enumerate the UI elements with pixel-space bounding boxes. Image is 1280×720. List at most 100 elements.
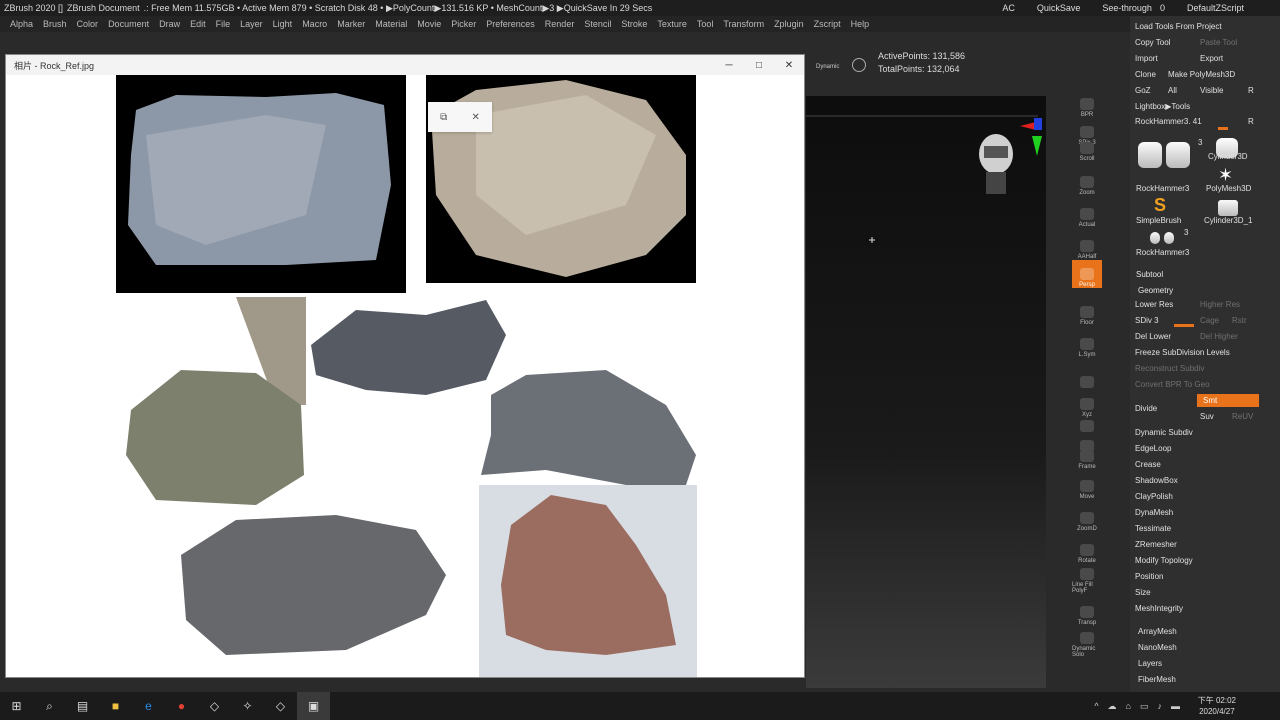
copy-icon[interactable]: ⧉ — [440, 112, 447, 123]
geometry-item[interactable]: Dynamic Subdiv — [1135, 428, 1193, 437]
chevron-up-icon[interactable]: ^ — [1094, 701, 1098, 711]
app-icon-1[interactable]: ◇ — [198, 692, 231, 720]
close-button[interactable]: ✕ — [774, 55, 804, 75]
tool-thumb-rockhammer3-d[interactable] — [1164, 232, 1174, 244]
see-through-slider[interactable]: See-through 0 — [1098, 3, 1165, 13]
search-icon[interactable]: ⌕ — [33, 692, 66, 720]
geometry-item[interactable]: Position — [1135, 572, 1163, 581]
shelf-button-3[interactable]: Zoom — [1072, 168, 1102, 196]
tray-icon-1[interactable]: ☁ — [1108, 701, 1117, 712]
tray-icon-2[interactable]: ⌂ — [1126, 701, 1131, 711]
tool-thumb-rockhammer3-b[interactable] — [1166, 142, 1190, 168]
menu-document[interactable]: Document — [108, 19, 149, 29]
shelf-button-15[interactable]: ZoomD — [1072, 504, 1102, 532]
geometry-item[interactable]: ZRemesher — [1135, 540, 1177, 549]
higher-res-button[interactable]: Higher Res — [1200, 300, 1240, 309]
shelf-button-6[interactable]: Persp — [1072, 260, 1102, 288]
clone-button[interactable]: Clone — [1135, 70, 1156, 79]
shelf-button-5[interactable]: AAHalf — [1072, 232, 1102, 260]
del-higher-button[interactable]: Del Higher — [1200, 332, 1238, 341]
reuv-button[interactable]: ReUV — [1232, 412, 1253, 421]
minimize-button[interactable]: ─ — [714, 55, 744, 75]
geometry-item[interactable]: Crease — [1135, 460, 1161, 469]
sdiv-slider[interactable]: SDiv 3 — [1135, 316, 1159, 325]
make-polymesh-button[interactable]: Make PolyMesh3D — [1168, 70, 1235, 79]
default-zscript-button[interactable]: DefaultZScript — [1187, 3, 1244, 13]
tray-icon-3[interactable]: ▬ — [1171, 701, 1180, 711]
shelf-button-19[interactable]: Dynamic Solo — [1072, 630, 1102, 658]
geometry-item[interactable]: ClayPolish — [1135, 492, 1173, 501]
goz-visible-button[interactable]: Visible — [1200, 86, 1223, 95]
menu-texture[interactable]: Texture — [657, 19, 687, 29]
menu-layer[interactable]: Layer — [240, 19, 263, 29]
subpalette-nanomesh[interactable]: NanoMesh — [1138, 643, 1177, 652]
menu-material[interactable]: Material — [375, 19, 407, 29]
star-icon[interactable]: ✶ — [1218, 166, 1233, 184]
paste-tool-button[interactable]: Paste Tool — [1200, 38, 1237, 47]
menu-preferences[interactable]: Preferences — [486, 19, 535, 29]
geometry-item[interactable]: Size — [1135, 588, 1151, 597]
shelf-button-2[interactable]: Scroll — [1072, 134, 1102, 162]
menu-file[interactable]: File — [216, 19, 231, 29]
subtool-section[interactable]: Subtool — [1136, 270, 1163, 279]
geometry-item[interactable]: DynaMesh — [1135, 508, 1173, 517]
geometry-item[interactable]: Modify Topology — [1135, 556, 1193, 565]
subpalette-layers[interactable]: Layers — [1138, 659, 1162, 668]
menu-picker[interactable]: Picker — [451, 19, 476, 29]
goz-all-button[interactable]: All — [1168, 86, 1177, 95]
goz-button[interactable]: GoZ — [1135, 86, 1151, 95]
menu-movie[interactable]: Movie — [417, 19, 441, 29]
shelf-button-16[interactable]: Rotate — [1072, 536, 1102, 564]
subpalette-arraymesh[interactable]: ArrayMesh — [1138, 627, 1177, 636]
geometry-section[interactable]: Geometry — [1138, 286, 1173, 295]
task-view-icon[interactable]: ▤ — [66, 692, 99, 720]
cage-button[interactable]: Cage — [1200, 316, 1219, 325]
shelf-button-13[interactable]: Frame — [1072, 442, 1102, 470]
zbrush-taskbar-icon[interactable]: ✧ — [231, 692, 264, 720]
geometry-item[interactable]: ShadowBox — [1135, 476, 1178, 485]
suv-toggle[interactable]: Suv — [1200, 412, 1214, 421]
shelf-button-8[interactable]: L.Sym — [1072, 330, 1102, 358]
rstr-button[interactable]: Rstr — [1232, 316, 1247, 325]
menu-help[interactable]: Help — [851, 19, 870, 29]
dynamic-circle-icon[interactable] — [852, 58, 866, 72]
edge-icon[interactable]: e — [132, 692, 165, 720]
menu-color[interactable]: Color — [77, 19, 99, 29]
menu-zscript[interactable]: Zscript — [814, 19, 841, 29]
menu-stroke[interactable]: Stroke — [621, 19, 647, 29]
menu-brush[interactable]: Brush — [43, 19, 67, 29]
menu-transform[interactable]: Transform — [723, 19, 764, 29]
clock[interactable]: 下午 02:02 2020/4/27 — [1198, 695, 1236, 717]
zbrush-canvas[interactable] — [806, 96, 1046, 688]
load-tools-button[interactable]: Load Tools From Project — [1135, 22, 1222, 31]
menu-stencil[interactable]: Stencil — [584, 19, 611, 29]
shelf-button-4[interactable]: Actual — [1072, 200, 1102, 228]
tool-thumb-rockhammer3[interactable] — [1138, 142, 1162, 168]
geometry-item[interactable]: Tessimate — [1135, 524, 1171, 533]
freeze-subdivision-button[interactable]: Freeze SubDivision Levels — [1135, 348, 1230, 357]
subpalette-fibermesh[interactable]: FiberMesh — [1138, 675, 1176, 684]
overlay-close-icon[interactable]: ✕ — [471, 112, 479, 123]
photos-app-icon[interactable]: ▣ — [297, 692, 330, 720]
menu-draw[interactable]: Draw — [159, 19, 180, 29]
geometry-item[interactable]: EdgeLoop — [1135, 444, 1171, 453]
divide-button[interactable]: Divide — [1135, 404, 1157, 413]
del-lower-button[interactable]: Del Lower — [1135, 332, 1171, 341]
tool-thumb-rockhammer3-c[interactable] — [1150, 232, 1160, 244]
shelf-button-7[interactable]: Floor — [1072, 298, 1102, 326]
current-tool-slider[interactable]: RockHammer3. 41 — [1135, 117, 1202, 126]
current-tool-r-button[interactable]: R — [1248, 117, 1254, 126]
menu-edit[interactable]: Edit — [190, 19, 206, 29]
goz-r-button[interactable]: R — [1248, 86, 1254, 95]
shelf-button-14[interactable]: Move — [1072, 472, 1102, 500]
chrome-icon[interactable]: ● — [165, 692, 198, 720]
lightbox-tools-button[interactable]: Lightbox▶Tools — [1135, 102, 1190, 111]
explorer-icon[interactable]: ■ — [99, 692, 132, 720]
tool-thumb-cylinder3d1[interactable] — [1218, 200, 1238, 216]
network-icon[interactable]: ▭ — [1140, 701, 1149, 712]
import-button[interactable]: Import — [1135, 54, 1158, 63]
shelf-button-17[interactable]: Line Fill PolyF — [1072, 566, 1102, 594]
start-icon[interactable]: ⊞ — [0, 692, 33, 720]
shelf-button-18[interactable]: Transp — [1072, 598, 1102, 626]
shelf-button-0[interactable]: BPR — [1072, 90, 1102, 118]
